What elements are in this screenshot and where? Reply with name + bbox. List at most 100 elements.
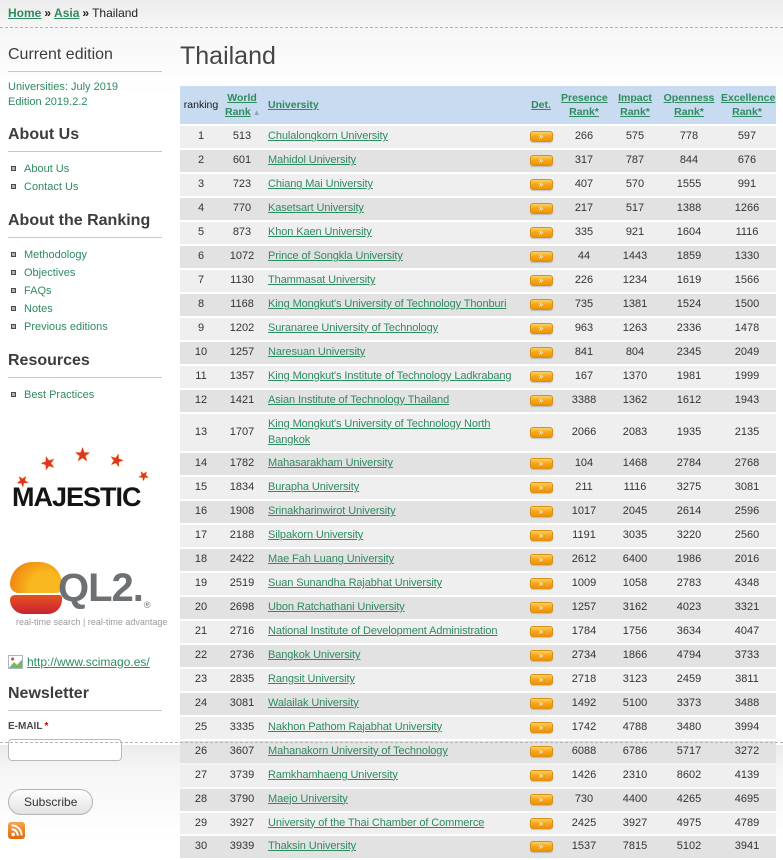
detail-badge-button[interactable]: » — [530, 841, 553, 852]
detail-badge-button[interactable]: » — [530, 131, 553, 142]
university-link[interactable]: Ubon Ratchathani University — [268, 601, 405, 613]
ql2-logo[interactable]: QL2. ® real-time search | real-time adva… — [10, 562, 170, 627]
university-link[interactable]: Mahasarakham University — [268, 457, 393, 469]
detail-badge-button[interactable]: » — [530, 578, 553, 589]
sidebar-item-about-us[interactable]: About Us — [24, 163, 69, 175]
detail-badge-button[interactable]: » — [530, 203, 553, 214]
university-link[interactable]: Thaksin University — [268, 840, 356, 852]
university-link[interactable]: Suranaree University of Technology — [268, 322, 438, 334]
university-link[interactable]: Walailak University — [268, 697, 359, 709]
impact-sort-link[interactable]: Impact Rank* — [618, 92, 652, 118]
majestic-logo[interactable]: ★ ★ ★ ★ ★ MAJESTIC — [12, 438, 170, 516]
university-link[interactable]: King Mongkut's Institute of Technology L… — [268, 370, 511, 382]
detail-badge-button[interactable]: » — [530, 698, 553, 709]
university-link[interactable]: Burapha University — [268, 481, 359, 493]
impact-cell: 3927 — [610, 813, 660, 835]
detail-badge-button[interactable]: » — [530, 299, 553, 310]
university-link[interactable]: Bangkok University — [268, 649, 360, 661]
sidebar-item-methodology[interactable]: Methodology — [24, 249, 87, 261]
world-rank-cell: 1202 — [222, 318, 262, 340]
world-rank-cell: 2519 — [222, 573, 262, 595]
excellence-sort-link[interactable]: Excellence Rank* — [721, 92, 775, 118]
detail-badge-button[interactable]: » — [530, 347, 553, 358]
subscribe-button[interactable]: Subscribe — [8, 789, 93, 815]
detail-badge-button[interactable]: » — [530, 427, 553, 438]
university-link[interactable]: Mahidol University — [268, 154, 356, 166]
university-link[interactable]: Srinakharinwirot University — [268, 505, 396, 517]
detail-badge-button[interactable]: » — [530, 482, 553, 493]
detail-badge-button[interactable]: » — [530, 458, 553, 469]
detail-badge-button[interactable]: » — [530, 674, 553, 685]
detail-badge-button[interactable]: » — [530, 371, 553, 382]
university-sort-link[interactable]: University — [268, 99, 319, 111]
university-cell: King Mongkut's Institute of Technology L… — [262, 366, 524, 388]
edition-universities-text: Universities: July 2019 — [8, 80, 170, 95]
university-link[interactable]: Suan Sunandha Rajabhat University — [268, 577, 442, 589]
detail-badge-button[interactable]: » — [530, 506, 553, 517]
detail-badge-button[interactable]: » — [530, 818, 553, 829]
university-link[interactable]: Chulalongkorn University — [268, 130, 388, 142]
detail-badge-button[interactable]: » — [530, 395, 553, 406]
university-link[interactable]: Nakhon Pathom Rajabhat University — [268, 721, 442, 733]
detail-badge-button[interactable]: » — [530, 530, 553, 541]
scimago-link[interactable]: http://www.scimago.es/ — [27, 655, 150, 669]
sidebar-item-contact-us[interactable]: Contact Us — [24, 181, 78, 193]
breadcrumb-home-link[interactable]: Home — [8, 6, 41, 20]
university-link[interactable]: National Institute of Development Admini… — [268, 625, 497, 637]
openness-cell: 4023 — [660, 597, 718, 619]
det-cell: » — [524, 342, 558, 364]
detail-badge-button[interactable]: » — [530, 746, 553, 757]
detail-badge-button[interactable]: » — [530, 155, 553, 166]
university-link[interactable]: University of the Thai Chamber of Commer… — [268, 817, 484, 829]
sidebar-item-previous-editions[interactable]: Previous editions — [24, 321, 108, 333]
table-row: 111357King Mongkut's Institute of Techno… — [180, 366, 776, 388]
university-link[interactable]: Ramkhamhaeng University — [268, 769, 398, 781]
university-link[interactable]: Naresuan University — [268, 346, 365, 358]
openness-sort-link[interactable]: Openness Rank* — [664, 92, 715, 118]
sidebar-item-notes[interactable]: Notes — [24, 303, 53, 315]
university-link[interactable]: Mae Fah Luang University — [268, 553, 394, 565]
detail-badge-button[interactable]: » — [530, 179, 553, 190]
detail-badge-button[interactable]: » — [530, 251, 553, 262]
det-cell: » — [524, 246, 558, 268]
rss-icon[interactable] — [8, 822, 25, 839]
university-link[interactable]: Prince of Songkla University — [268, 250, 403, 262]
detail-badge-button[interactable]: » — [530, 626, 553, 637]
det-sort-link[interactable]: Det. — [531, 99, 551, 111]
detail-badge-button[interactable]: » — [530, 227, 553, 238]
detail-badge-button[interactable]: » — [530, 323, 553, 334]
university-link[interactable]: Rangsit University — [268, 673, 355, 685]
detail-badge-button[interactable]: » — [530, 650, 553, 661]
university-link[interactable]: Maejo University — [268, 793, 348, 805]
university-link[interactable]: Silpakorn University — [268, 529, 363, 541]
table-row: 263607Mahanakorn University of Technolog… — [180, 741, 776, 763]
breadcrumb-asia-link[interactable]: Asia — [54, 6, 79, 20]
university-link[interactable]: King Mongkut's University of Technology … — [268, 418, 490, 446]
list-item: About Us — [11, 160, 170, 178]
presence-sort-link[interactable]: Presence Rank* — [561, 92, 608, 118]
detail-badge-button[interactable]: » — [530, 275, 553, 286]
excellence-cell: 3941 — [718, 836, 776, 858]
detail-badge-button[interactable]: » — [530, 602, 553, 613]
breadcrumb-separator: » — [82, 6, 89, 20]
detail-badge-button[interactable]: » — [530, 554, 553, 565]
university-link[interactable]: Asian Institute of Technology Thailand — [268, 394, 449, 406]
detail-badge-button[interactable]: » — [530, 770, 553, 781]
detail-badge-button[interactable]: » — [530, 722, 553, 733]
university-link[interactable]: Mahanakorn University of Technology — [268, 745, 448, 757]
world-rank-sort-link[interactable]: World Rank — [225, 92, 257, 118]
sidebar-item-faqs[interactable]: FAQs — [24, 285, 52, 297]
detail-badge-button[interactable]: » — [530, 794, 553, 805]
university-link[interactable]: Chiang Mai University — [268, 178, 373, 190]
sidebar-item-best-practices[interactable]: Best Practices — [24, 389, 94, 401]
university-link[interactable]: Kasetsart University — [268, 202, 364, 214]
university-cell: Khon Kaen University — [262, 222, 524, 244]
table-row: 243081Walailak University»14925100337334… — [180, 693, 776, 715]
university-link[interactable]: Khon Kaen University — [268, 226, 372, 238]
university-link[interactable]: Thammasat University — [268, 274, 375, 286]
sidebar-item-objectives[interactable]: Objectives — [24, 267, 75, 279]
excellence-cell: 676 — [718, 150, 776, 172]
table-row: 71130Thammasat University»22612341619156… — [180, 270, 776, 292]
university-link[interactable]: King Mongkut's University of Technology … — [268, 298, 506, 310]
university-cell: Srinakharinwirot University — [262, 501, 524, 523]
